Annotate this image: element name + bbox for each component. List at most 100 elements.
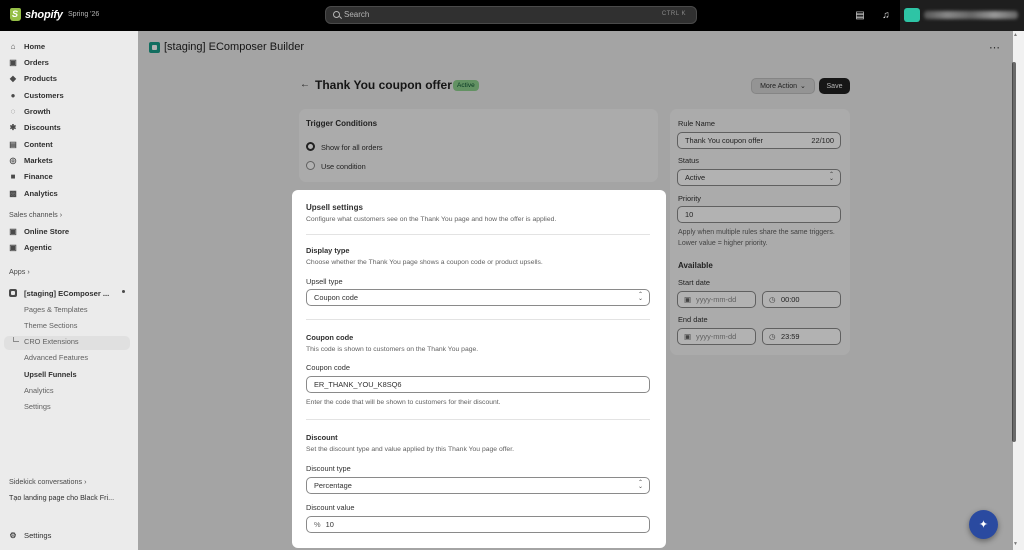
sidebar-item-growth[interactable]: ◌ Growth — [9, 105, 131, 117]
upsell-type-select[interactable]: Coupon code ⌃ ⌄ — [306, 289, 650, 306]
upsell-title: Upsell settings — [306, 203, 363, 212]
store-menu[interactable] — [900, 0, 1024, 31]
sidebar-item-online-store[interactable]: ▣ Online Store — [9, 225, 131, 237]
globe-icon: ◎ — [9, 155, 17, 165]
divider — [306, 419, 650, 420]
sidebar-item-label: Growth — [24, 106, 51, 116]
coupon-code-description: This code is shown to customers on the T… — [306, 346, 479, 353]
app-icon — [9, 289, 17, 297]
shopify-logo[interactable]: shopify — [10, 8, 63, 21]
sidebar-item-orders[interactable]: ▣ Orders — [9, 56, 131, 68]
sidebar-item-content[interactable]: ▤ Content — [9, 138, 131, 150]
divider — [306, 234, 650, 235]
coupon-code-input[interactable]: ER_THANK_YOU_K8SQ6 — [306, 376, 650, 393]
coupon-code-heading: Coupon code — [306, 333, 354, 342]
scroll-down-icon[interactable]: ▼ — [1013, 541, 1018, 547]
home-icon: ⌂ — [10, 41, 16, 51]
tag-icon: ◆ — [9, 73, 17, 83]
pin-icon — [122, 290, 125, 293]
person-icon: ● — [10, 90, 16, 100]
shopify-bag-icon — [10, 8, 21, 21]
sidebar-item-label: Settings — [24, 530, 52, 540]
sidebar-subitem-pages-templates[interactable]: Pages & Templates — [24, 305, 88, 314]
tree-connector — [13, 337, 19, 342]
upsell-settings-card: Upsell settings Configure what customers… — [294, 192, 664, 546]
search-placeholder: Search — [344, 10, 370, 19]
bank-icon: ■ — [10, 171, 16, 181]
sidebar-item-label: Products — [24, 73, 57, 83]
upsell-description: Configure what customers see on the Than… — [306, 216, 557, 223]
sidebar-item-finance[interactable]: ■ Finance — [9, 170, 131, 182]
search-shortcut: CTRL K — [661, 11, 686, 17]
brand-name: shopify — [25, 8, 63, 21]
discount-value-label: Discount value — [306, 503, 355, 512]
display-type-heading: Display type — [306, 246, 350, 255]
sidebar-item-home[interactable]: ⌂ Home — [9, 40, 131, 52]
sidebar-item-label: Agentic — [24, 242, 52, 252]
sales-channels-heading[interactable]: Sales channels › — [9, 210, 62, 219]
chevron-right-icon: › — [59, 210, 63, 219]
edition-label: Spring '26 — [68, 11, 100, 18]
discount-heading: Discount — [306, 433, 338, 442]
coupon-code-help: Enter the code that will be shown to cus… — [306, 399, 501, 406]
sidebar-item-label: Markets — [24, 155, 53, 165]
divider — [306, 319, 650, 320]
discount-value-input[interactable]: % 10 — [306, 516, 650, 533]
sidebar-item-label: Discounts — [24, 122, 61, 132]
sidebar-subitem-analytics[interactable]: Analytics — [24, 386, 54, 395]
store-icon: ▣ — [9, 226, 17, 236]
sidebar-item-markets[interactable]: ◎ Markets — [9, 154, 131, 166]
discount-type-select[interactable]: Percentage ⌃ ⌄ — [306, 477, 650, 494]
growth-icon: ◌ — [10, 106, 16, 116]
sidekick-fab[interactable]: ✦ — [969, 510, 998, 539]
top-bar: shopify Spring '26 Search CTRL K ▤ ♫ — [0, 0, 1024, 31]
sidekick-conversation-item[interactable]: Tạo landing page cho Black Fri... — [9, 493, 114, 502]
search-bar[interactable]: Search CTRL K — [325, 6, 697, 24]
sidebar-subitem-cro-extensions[interactable]: CRO Extensions — [24, 337, 79, 346]
upsell-type-label: Upsell type — [306, 277, 343, 286]
sidebar-item-label: Online Store — [24, 226, 70, 236]
sidebar-item-label: Finance — [24, 171, 53, 181]
chevron-right-icon: › — [27, 267, 30, 276]
sidebar-item-label: Analytics — [24, 188, 58, 198]
store-name-redacted — [924, 11, 1018, 19]
sidebar-subitem-settings[interactable]: Settings — [24, 402, 51, 411]
sidebar-subitem-upsell-funnels[interactable]: Upsell Funnels — [24, 370, 77, 379]
sidebar-subitem-theme-sections[interactable]: Theme Sections — [24, 321, 77, 330]
content-icon: ▤ — [9, 139, 17, 149]
discount-type-label: Discount type — [306, 464, 351, 473]
sparkle-icon: ✦ — [978, 519, 989, 531]
apps-heading[interactable]: Apps › — [9, 267, 30, 276]
sidebar-item-analytics[interactable]: ▩ Analytics — [9, 187, 131, 199]
select-chevrons-icon: ⌃ ⌄ — [637, 480, 643, 490]
chevron-right-icon: › — [84, 477, 87, 486]
sidebar-item-products[interactable]: ◆ Products — [9, 72, 131, 84]
discount-description: Set the discount type and value applied … — [306, 446, 514, 453]
sidebar-item-label: Home — [24, 41, 46, 51]
scroll-up-icon[interactable]: ▲ — [1013, 32, 1018, 38]
percent-prefix: % — [314, 520, 321, 529]
sidebar-item-customers[interactable]: ● Customers — [9, 89, 131, 101]
sidebar-item-label: Customers — [24, 90, 64, 100]
bell-icon[interactable]: ♫ — [879, 8, 893, 22]
store-avatar — [904, 8, 920, 22]
agentic-icon: ▣ — [9, 242, 17, 252]
sidebar-item-label: Orders — [24, 57, 49, 67]
sidebar-item-label: Content — [24, 139, 53, 149]
gear-icon: ⚙ — [9, 530, 17, 540]
chart-icon: ▩ — [9, 188, 17, 198]
sidebar-subitem-advanced-features[interactable]: Advanced Features — [24, 353, 88, 362]
display-type-description: Choose whether the Thank You page shows … — [306, 259, 543, 266]
sidebar-item-label: [staging] EComposer ... — [24, 288, 110, 298]
coupon-code-label: Coupon code — [306, 363, 350, 372]
sidebar-item-discounts[interactable]: ✱ Discounts — [9, 121, 131, 133]
orders-icon: ▣ — [9, 57, 17, 67]
sidebar-item-ecomposer-app[interactable]: [staging] EComposer ... — [9, 287, 131, 299]
sidekick-heading[interactable]: Sidekick conversations › — [9, 477, 87, 486]
sidebar-item-settings[interactable]: ⚙ Settings — [9, 529, 131, 541]
discount-icon: ✱ — [9, 122, 17, 132]
search-icon — [333, 11, 340, 18]
select-chevrons-icon: ⌃ ⌄ — [637, 292, 643, 302]
inbox-icon[interactable]: ▤ — [853, 8, 867, 22]
sidebar-item-agentic[interactable]: ▣ Agentic — [9, 241, 131, 253]
